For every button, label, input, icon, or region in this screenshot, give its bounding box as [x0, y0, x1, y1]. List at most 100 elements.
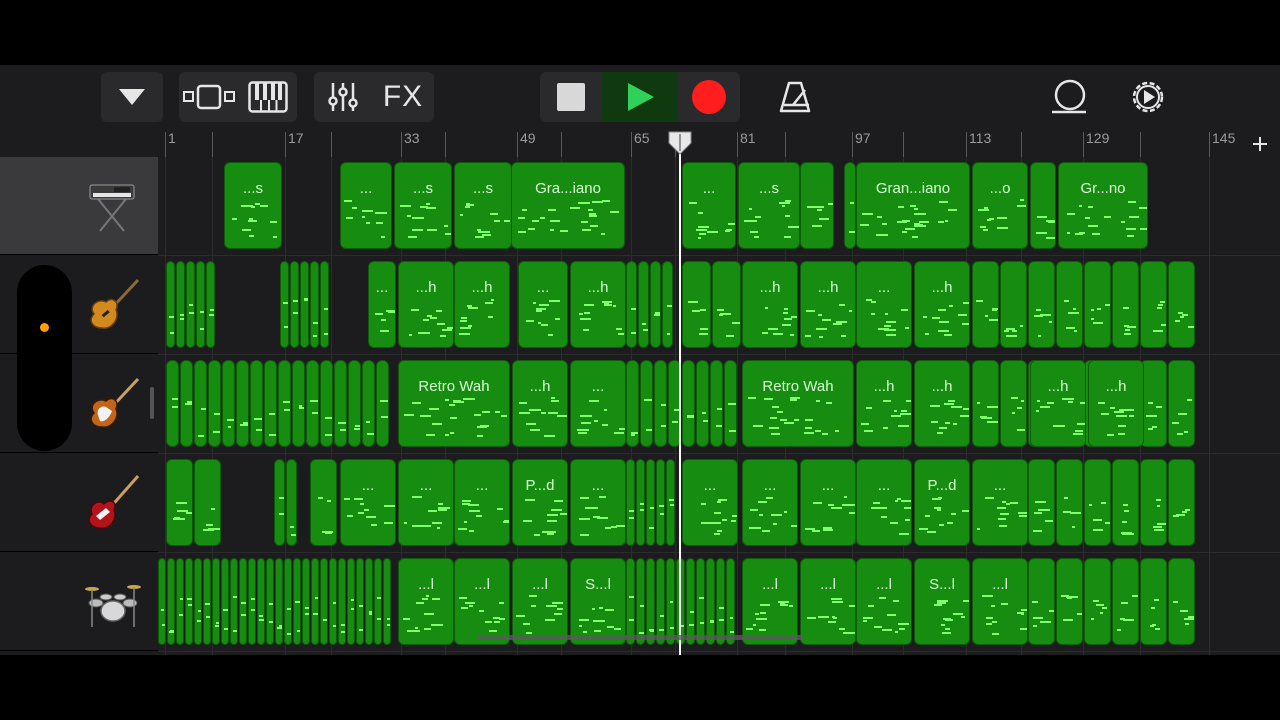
music-region[interactable]: [1028, 558, 1055, 645]
music-region[interactable]: [264, 360, 277, 447]
music-region[interactable]: [710, 360, 723, 447]
music-region[interactable]: [310, 459, 337, 546]
music-region[interactable]: [626, 558, 635, 645]
music-region[interactable]: [696, 360, 709, 447]
music-region[interactable]: [320, 261, 329, 348]
music-region[interactable]: [650, 261, 661, 348]
music-region[interactable]: [257, 558, 265, 645]
music-region[interactable]: ...h: [800, 261, 856, 348]
music-region[interactable]: [236, 360, 249, 447]
music-region[interactable]: [626, 459, 635, 546]
music-region[interactable]: [972, 261, 999, 348]
music-region[interactable]: [666, 558, 675, 645]
music-region[interactable]: [1112, 459, 1139, 546]
music-region[interactable]: [638, 261, 649, 348]
music-region[interactable]: [239, 558, 247, 645]
music-region[interactable]: ...s: [224, 162, 282, 249]
music-region[interactable]: [203, 558, 211, 645]
music-region[interactable]: [376, 360, 389, 447]
music-region[interactable]: [656, 459, 665, 546]
music-region[interactable]: [306, 360, 319, 447]
music-region[interactable]: S...l: [914, 558, 970, 645]
music-region[interactable]: [362, 360, 375, 447]
music-region[interactable]: [656, 558, 665, 645]
music-region[interactable]: [1028, 459, 1055, 546]
music-region[interactable]: ...l: [856, 558, 912, 645]
header-resize-handle[interactable]: [150, 387, 154, 419]
music-region[interactable]: [646, 558, 655, 645]
music-region[interactable]: [194, 459, 221, 546]
fx-button[interactable]: FX: [372, 72, 434, 122]
music-region[interactable]: [716, 558, 725, 645]
music-region[interactable]: [166, 261, 175, 348]
music-region[interactable]: ...o: [972, 162, 1028, 249]
music-region[interactable]: ...h: [1030, 360, 1086, 447]
horizontal-scrollbar[interactable]: [477, 635, 803, 640]
music-region[interactable]: [338, 558, 346, 645]
music-region[interactable]: [290, 261, 299, 348]
music-region[interactable]: [167, 558, 175, 645]
music-region[interactable]: [320, 360, 333, 447]
music-region[interactable]: ...l: [398, 558, 454, 645]
music-region[interactable]: [230, 558, 238, 645]
music-region[interactable]: [626, 261, 637, 348]
music-region[interactable]: [800, 162, 834, 249]
track-header-drums[interactable]: [0, 553, 158, 651]
music-region[interactable]: ...h: [512, 360, 568, 447]
music-region[interactable]: ...: [972, 459, 1028, 546]
music-region[interactable]: [356, 558, 364, 645]
music-region[interactable]: [682, 261, 711, 348]
music-region[interactable]: [666, 459, 675, 546]
music-region[interactable]: ...s: [454, 162, 512, 249]
music-region[interactable]: [1084, 459, 1111, 546]
music-region[interactable]: [1140, 360, 1167, 447]
music-region[interactable]: ...: [454, 459, 510, 546]
music-region[interactable]: ...h: [742, 261, 798, 348]
bar-ruler[interactable]: 1 17 33 49 65 81 97 113 129 145: [158, 130, 1280, 157]
playhead-handle[interactable]: [668, 131, 692, 155]
track-lane[interactable]: ...s... ...s ...s Gra...iano... ...s Gran...i…: [158, 157, 1280, 256]
music-region[interactable]: P...d: [512, 459, 568, 546]
music-region[interactable]: [636, 459, 645, 546]
music-region[interactable]: [194, 360, 207, 447]
music-region[interactable]: [180, 360, 193, 447]
music-region[interactable]: Gra...iano: [511, 162, 625, 249]
music-region[interactable]: [696, 558, 705, 645]
loop-browser-button[interactable]: [1049, 77, 1089, 117]
music-region[interactable]: Retro Wah: [398, 360, 510, 447]
music-region[interactable]: ...: [570, 459, 626, 546]
music-region[interactable]: [347, 558, 355, 645]
music-region[interactable]: [1168, 261, 1195, 348]
music-region[interactable]: [300, 261, 309, 348]
music-region[interactable]: [310, 261, 319, 348]
music-region[interactable]: Gr...no: [1058, 162, 1148, 249]
mixer-button[interactable]: [314, 72, 372, 122]
music-region[interactable]: ...l: [742, 558, 798, 645]
music-region[interactable]: [1000, 261, 1027, 348]
music-region[interactable]: ...l: [800, 558, 856, 645]
music-region[interactable]: [1168, 360, 1195, 447]
music-region[interactable]: [724, 360, 737, 447]
music-region[interactable]: [365, 558, 373, 645]
music-region[interactable]: ...: [368, 261, 396, 348]
music-region[interactable]: ...: [682, 162, 736, 249]
music-region[interactable]: ...h: [856, 360, 912, 447]
music-region[interactable]: ...s: [738, 162, 800, 249]
music-region[interactable]: [280, 261, 289, 348]
music-region[interactable]: [176, 261, 185, 348]
music-region[interactable]: [1140, 261, 1167, 348]
music-region[interactable]: [1112, 558, 1139, 645]
music-region[interactable]: S...l: [570, 558, 626, 645]
music-region[interactable]: [275, 558, 283, 645]
music-region[interactable]: ...: [518, 261, 568, 348]
music-region[interactable]: [292, 360, 305, 447]
record-button[interactable]: [678, 72, 740, 122]
music-region[interactable]: [166, 360, 179, 447]
music-region[interactable]: Gran...iano: [856, 162, 970, 249]
music-region[interactable]: [286, 459, 297, 546]
tracks-view-button[interactable]: [179, 72, 238, 122]
music-region[interactable]: [348, 360, 361, 447]
music-region[interactable]: [686, 558, 695, 645]
music-region[interactable]: [646, 459, 655, 546]
music-region[interactable]: ...: [340, 459, 396, 546]
